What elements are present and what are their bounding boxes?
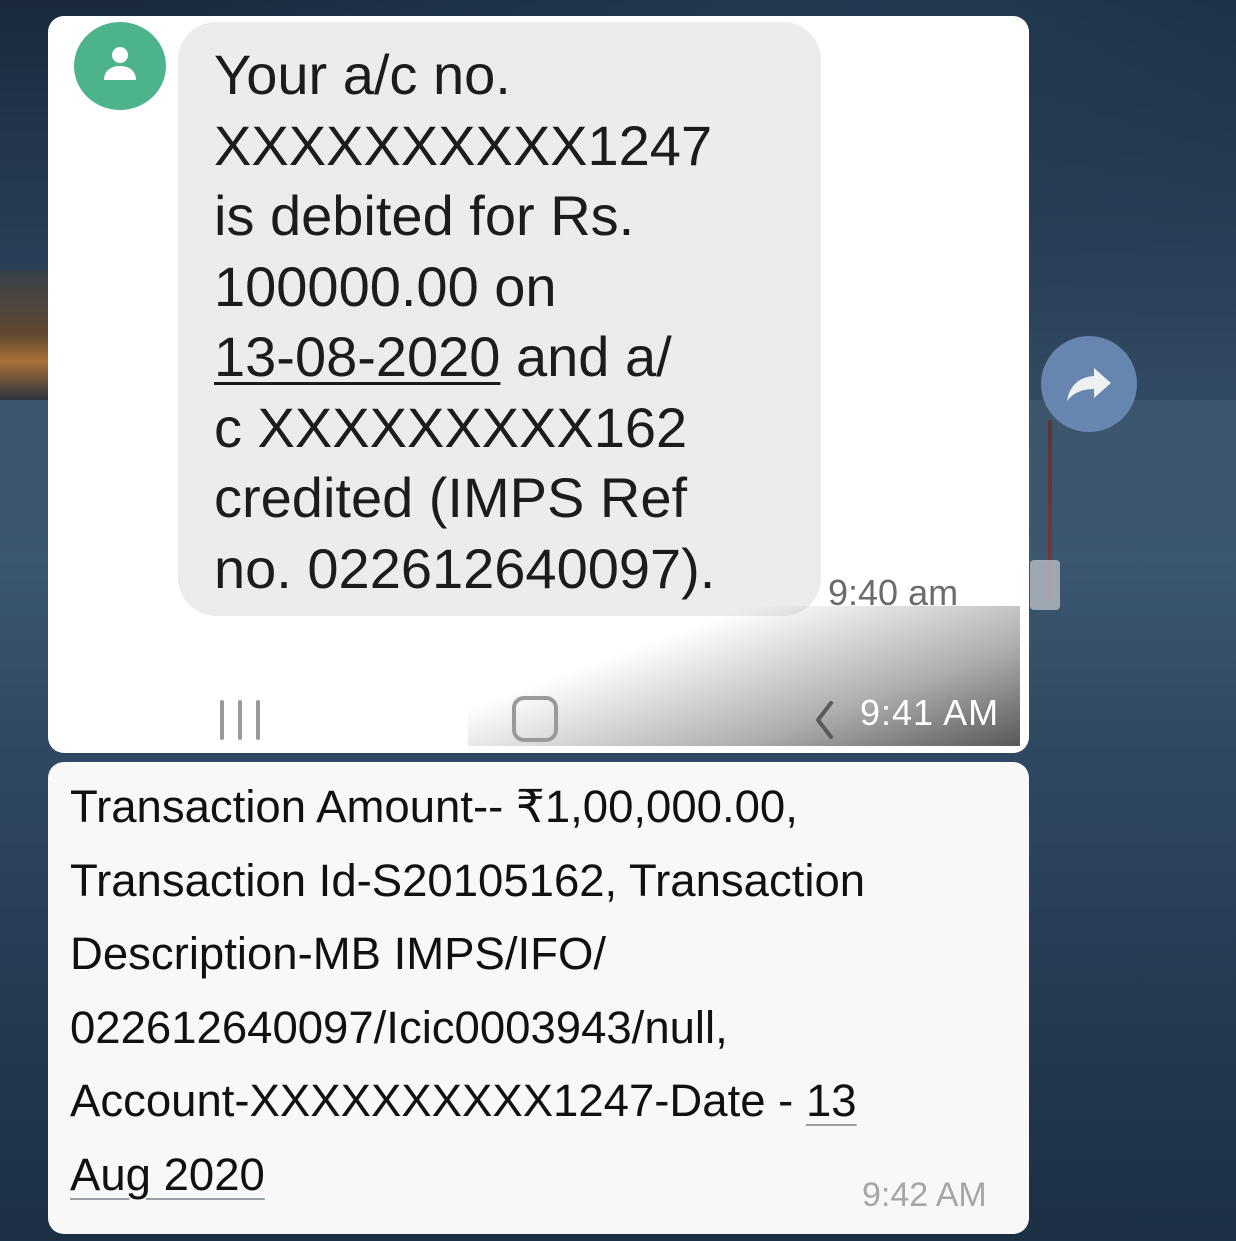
person-icon — [104, 47, 136, 80]
transaction-message-bubble[interactable]: Transaction Amount-- ₹1,00,000.00, Trans… — [48, 762, 1029, 1234]
message-timestamp: 9:42 AM — [862, 1176, 987, 1214]
home-icon — [512, 696, 558, 742]
forward-share-icon — [1067, 368, 1111, 401]
screenshot-clock: 9:41 AM — [860, 692, 1000, 733]
message-line: Account-XXXXXXXXXX1247-Date - 13 — [70, 1064, 1010, 1138]
message-line: 022612640097/Icic0003943/null, — [70, 1001, 728, 1053]
sms-line: 100000.00 on — [214, 254, 557, 318]
sms-line: c XXXXXXXXX162 — [214, 395, 688, 459]
chat-screen: Your a/c no. XXXXXXXXXX1247 is debited f… — [0, 0, 1236, 1241]
sms-line-rest: and a/ — [500, 325, 672, 388]
sms-date-link[interactable]: 13-08-2020 — [214, 325, 500, 388]
sms-line: is debited for Rs. — [214, 184, 635, 247]
sms-line: no. 022612640097). — [214, 536, 716, 600]
date-link-day[interactable]: 13 — [806, 1075, 857, 1126]
message-line: Transaction Amount-- ₹1,00,000.00, — [70, 781, 798, 832]
sms-line: credited (IMPS Ref — [214, 466, 688, 529]
forward-button[interactable] — [1041, 336, 1137, 432]
contact-avatar — [74, 22, 166, 110]
sms-screenshot-image[interactable]: Your a/c no. XXXXXXXXXX1247 is debited f… — [48, 16, 1029, 753]
message-line: Description-MB IMPS/IFO/ — [70, 928, 606, 979]
transaction-message-text: Transaction Amount-- ₹1,00,000.00, Trans… — [70, 770, 1010, 1211]
recent-apps-icon — [220, 700, 266, 740]
sms-message-text: Your a/c no. XXXXXXXXXX1247 is debited f… — [214, 40, 814, 604]
sms-timestamp: 9:40 am — [828, 572, 959, 613]
message-line: Transaction Id-S20105162, Transaction — [70, 854, 866, 906]
sms-line: 13-08-2020 and a/ — [214, 322, 814, 393]
message-line-start: Account-XXXXXXXXXX1247-Date - — [70, 1075, 806, 1126]
sms-line: XXXXXXXXXX1247 — [214, 113, 713, 177]
date-link-month-year[interactable]: Aug 2020 — [70, 1149, 265, 1200]
sms-line: Your a/c no. — [214, 43, 511, 106]
background-boat — [1030, 560, 1060, 610]
back-chevron-icon — [816, 701, 833, 739]
background-town-lights — [0, 270, 50, 400]
